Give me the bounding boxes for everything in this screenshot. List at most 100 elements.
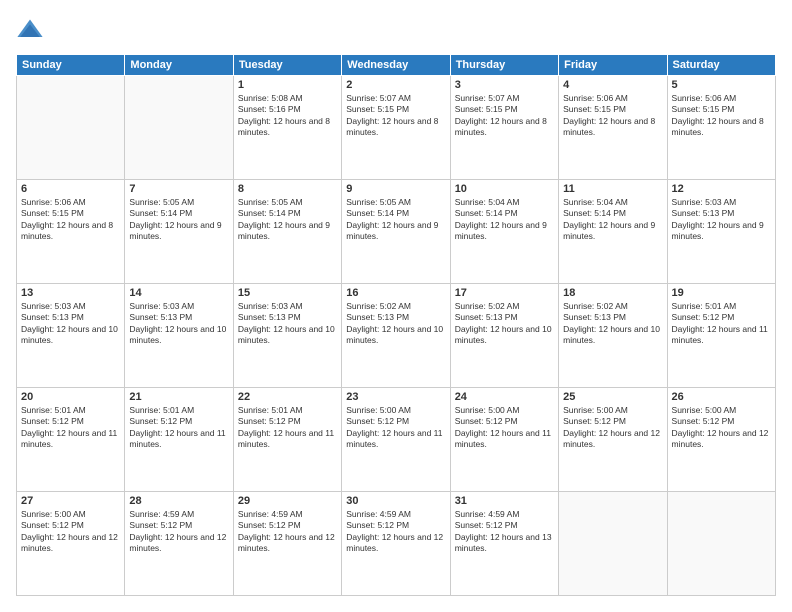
day-cell: 31 Sunrise: 4:59 AM Sunset: 5:12 PM Dayli… bbox=[450, 492, 558, 596]
day-cell: 13 Sunrise: 5:03 AM Sunset: 5:13 PM Dayli… bbox=[17, 284, 125, 388]
day-number: 30 bbox=[346, 495, 445, 507]
week-row-2: 6 Sunrise: 5:06 AM Sunset: 5:15 PM Daylig… bbox=[17, 180, 776, 284]
day-number: 31 bbox=[455, 495, 554, 507]
day-info: Sunrise: 5:06 AM Sunset: 5:15 PM Dayligh… bbox=[21, 197, 120, 243]
day-number: 24 bbox=[455, 391, 554, 403]
day-info: Sunrise: 5:01 AM Sunset: 5:12 PM Dayligh… bbox=[21, 405, 120, 451]
header bbox=[16, 16, 776, 44]
day-cell: 4Sunrise: 5:06 AM Sunset: 5:15 PM Daylig… bbox=[559, 76, 667, 180]
day-cell: 6 Sunrise: 5:06 AM Sunset: 5:15 PM Daylig… bbox=[17, 180, 125, 284]
day-cell: 25 Sunrise: 5:00 AM Sunset: 5:12 PM Dayli… bbox=[559, 388, 667, 492]
day-number: 16 bbox=[346, 287, 445, 299]
header-row: SundayMondayTuesdayWednesdayThursdayFrid… bbox=[17, 55, 776, 76]
day-cell: 7Sunrise: 5:05 AM Sunset: 5:14 PM Daylig… bbox=[125, 180, 233, 284]
day-number: 26 bbox=[672, 391, 771, 403]
day-info: Sunrise: 5:07 AM Sunset: 5:15 PM Dayligh… bbox=[455, 93, 554, 139]
day-number: 20 bbox=[21, 391, 120, 403]
day-info: Sunrise: 5:05 AM Sunset: 5:14 PM Dayligh… bbox=[346, 197, 445, 243]
day-info: Sunrise: 4:59 AM Sunset: 5:12 PM Dayligh… bbox=[129, 509, 228, 555]
day-cell: 3 Sunrise: 5:07 AM Sunset: 5:15 PM Daylig… bbox=[450, 76, 558, 180]
day-cell: 28 Sunrise: 4:59 AM Sunset: 5:12 PM Dayli… bbox=[125, 492, 233, 596]
day-info: Sunrise: 5:05 AM Sunset: 5:14 PM Dayligh… bbox=[238, 197, 337, 243]
day-info: Sunrise: 5:06 AM Sunset: 5:15 PM Dayligh… bbox=[563, 93, 662, 139]
logo-icon bbox=[16, 16, 44, 44]
day-cell: 5Sunrise: 5:06 AM Sunset: 5:15 PM Daylig… bbox=[667, 76, 775, 180]
day-info: Sunrise: 5:00 AM Sunset: 5:12 PM Dayligh… bbox=[563, 405, 662, 451]
calendar-body: 1Sunrise: 5:08 AM Sunset: 5:16 PM Daylig… bbox=[17, 76, 776, 596]
day-cell bbox=[17, 76, 125, 180]
week-row-1: 1Sunrise: 5:08 AM Sunset: 5:16 PM Daylig… bbox=[17, 76, 776, 180]
day-cell: 10 Sunrise: 5:04 AM Sunset: 5:14 PM Dayli… bbox=[450, 180, 558, 284]
week-row-3: 13 Sunrise: 5:03 AM Sunset: 5:13 PM Dayli… bbox=[17, 284, 776, 388]
day-cell: 27Sunrise: 5:00 AM Sunset: 5:12 PM Dayli… bbox=[17, 492, 125, 596]
day-number: 25 bbox=[563, 391, 662, 403]
calendar-table: SundayMondayTuesdayWednesdayThursdayFrid… bbox=[16, 54, 776, 596]
day-number: 17 bbox=[455, 287, 554, 299]
day-cell: 15Sunrise: 5:03 AM Sunset: 5:13 PM Dayli… bbox=[233, 284, 341, 388]
day-number: 1 bbox=[238, 79, 337, 91]
day-cell bbox=[125, 76, 233, 180]
day-cell: 16 Sunrise: 5:02 AM Sunset: 5:13 PM Dayli… bbox=[342, 284, 450, 388]
day-header-wednesday: Wednesday bbox=[342, 55, 450, 76]
day-number: 8 bbox=[238, 183, 337, 195]
day-number: 27 bbox=[21, 495, 120, 507]
day-header-monday: Monday bbox=[125, 55, 233, 76]
day-number: 19 bbox=[672, 287, 771, 299]
day-info: Sunrise: 5:01 AM Sunset: 5:12 PM Dayligh… bbox=[129, 405, 228, 451]
day-info: Sunrise: 5:03 AM Sunset: 5:13 PM Dayligh… bbox=[21, 301, 120, 347]
day-number: 22 bbox=[238, 391, 337, 403]
day-cell: 23 Sunrise: 5:00 AM Sunset: 5:12 PM Dayli… bbox=[342, 388, 450, 492]
day-cell: 11Sunrise: 5:04 AM Sunset: 5:14 PM Dayli… bbox=[559, 180, 667, 284]
day-info: Sunrise: 5:04 AM Sunset: 5:14 PM Dayligh… bbox=[455, 197, 554, 243]
day-cell: 19 Sunrise: 5:01 AM Sunset: 5:12 PM Dayli… bbox=[667, 284, 775, 388]
day-header-friday: Friday bbox=[559, 55, 667, 76]
day-header-thursday: Thursday bbox=[450, 55, 558, 76]
calendar-header: SundayMondayTuesdayWednesdayThursdayFrid… bbox=[17, 55, 776, 76]
day-cell: 30 Sunrise: 4:59 AM Sunset: 5:12 PM Dayli… bbox=[342, 492, 450, 596]
day-number: 10 bbox=[455, 183, 554, 195]
day-cell: 18 Sunrise: 5:02 AM Sunset: 5:13 PM Dayli… bbox=[559, 284, 667, 388]
logo bbox=[16, 16, 48, 44]
page: SundayMondayTuesdayWednesdayThursdayFrid… bbox=[0, 0, 792, 612]
day-number: 23 bbox=[346, 391, 445, 403]
day-number: 29 bbox=[238, 495, 337, 507]
day-info: Sunrise: 5:02 AM Sunset: 5:13 PM Dayligh… bbox=[563, 301, 662, 347]
day-info: Sunrise: 4:59 AM Sunset: 5:12 PM Dayligh… bbox=[238, 509, 337, 555]
day-info: Sunrise: 5:00 AM Sunset: 5:12 PM Dayligh… bbox=[346, 405, 445, 451]
day-number: 18 bbox=[563, 287, 662, 299]
day-cell: 20 Sunrise: 5:01 AM Sunset: 5:12 PM Dayli… bbox=[17, 388, 125, 492]
day-cell: 29 Sunrise: 4:59 AM Sunset: 5:12 PM Dayli… bbox=[233, 492, 341, 596]
day-cell bbox=[667, 492, 775, 596]
day-header-sunday: Sunday bbox=[17, 55, 125, 76]
day-info: Sunrise: 5:02 AM Sunset: 5:13 PM Dayligh… bbox=[346, 301, 445, 347]
day-number: 6 bbox=[21, 183, 120, 195]
day-cell: 14 Sunrise: 5:03 AM Sunset: 5:13 PM Dayli… bbox=[125, 284, 233, 388]
day-number: 7 bbox=[129, 183, 228, 195]
day-number: 13 bbox=[21, 287, 120, 299]
day-cell: 21Sunrise: 5:01 AM Sunset: 5:12 PM Dayli… bbox=[125, 388, 233, 492]
day-cell: 24Sunrise: 5:00 AM Sunset: 5:12 PM Dayli… bbox=[450, 388, 558, 492]
day-info: Sunrise: 5:01 AM Sunset: 5:12 PM Dayligh… bbox=[672, 301, 771, 347]
day-number: 14 bbox=[129, 287, 228, 299]
day-cell: 1Sunrise: 5:08 AM Sunset: 5:16 PM Daylig… bbox=[233, 76, 341, 180]
week-row-4: 20 Sunrise: 5:01 AM Sunset: 5:12 PM Dayli… bbox=[17, 388, 776, 492]
day-cell: 12Sunrise: 5:03 AM Sunset: 5:13 PM Dayli… bbox=[667, 180, 775, 284]
day-number: 2 bbox=[346, 79, 445, 91]
day-number: 11 bbox=[563, 183, 662, 195]
day-cell: 22Sunrise: 5:01 AM Sunset: 5:12 PM Dayli… bbox=[233, 388, 341, 492]
day-info: Sunrise: 4:59 AM Sunset: 5:12 PM Dayligh… bbox=[455, 509, 554, 555]
day-info: Sunrise: 5:07 AM Sunset: 5:15 PM Dayligh… bbox=[346, 93, 445, 139]
day-number: 28 bbox=[129, 495, 228, 507]
day-cell: 9Sunrise: 5:05 AM Sunset: 5:14 PM Daylig… bbox=[342, 180, 450, 284]
day-number: 3 bbox=[455, 79, 554, 91]
day-info: Sunrise: 5:02 AM Sunset: 5:13 PM Dayligh… bbox=[455, 301, 554, 347]
day-number: 15 bbox=[238, 287, 337, 299]
week-row-5: 27Sunrise: 5:00 AM Sunset: 5:12 PM Dayli… bbox=[17, 492, 776, 596]
day-cell: 8 Sunrise: 5:05 AM Sunset: 5:14 PM Daylig… bbox=[233, 180, 341, 284]
day-info: Sunrise: 5:03 AM Sunset: 5:13 PM Dayligh… bbox=[129, 301, 228, 347]
day-info: Sunrise: 5:03 AM Sunset: 5:13 PM Dayligh… bbox=[672, 197, 771, 243]
day-cell: 26 Sunrise: 5:00 AM Sunset: 5:12 PM Dayli… bbox=[667, 388, 775, 492]
day-info: Sunrise: 5:00 AM Sunset: 5:12 PM Dayligh… bbox=[672, 405, 771, 451]
day-cell bbox=[559, 492, 667, 596]
day-info: Sunrise: 4:59 AM Sunset: 5:12 PM Dayligh… bbox=[346, 509, 445, 555]
